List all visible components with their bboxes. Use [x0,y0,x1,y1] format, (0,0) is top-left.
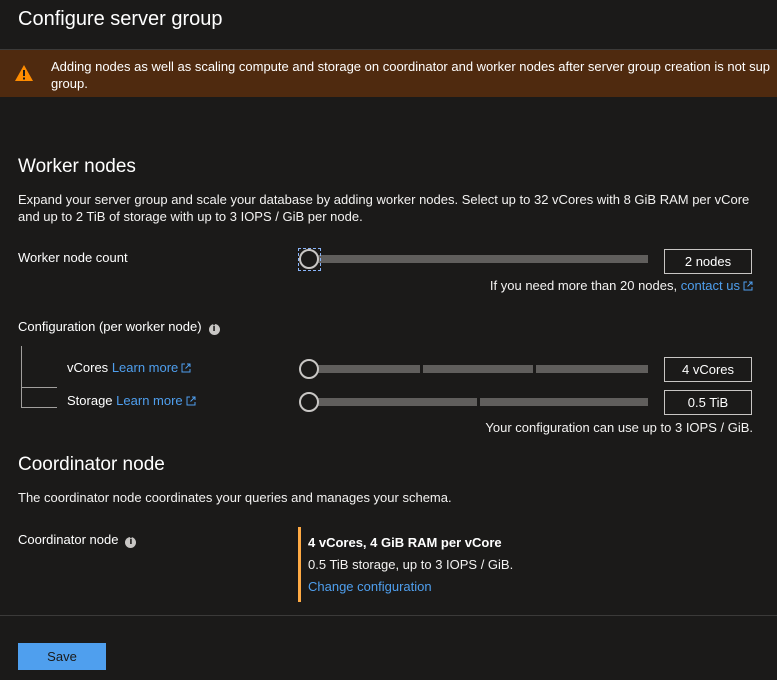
slider-thumb[interactable] [299,392,319,412]
more-nodes-note: If you need more than 20 nodes, contact … [490,277,753,294]
warning-line-2: group. [51,76,88,91]
slider-track [308,255,648,263]
tree-line-vcores [21,387,57,388]
warning-text: Adding nodes as well as scaling compute … [51,58,770,92]
external-link-icon [186,396,196,406]
change-configuration-link[interactable]: Change configuration [308,578,513,595]
worker-nodes-description: Expand your server group and scale your … [18,191,749,225]
storage-label: Storage Learn more [67,393,196,408]
contact-us-label: contact us [680,278,740,293]
worker-node-count-value[interactable]: 2 nodes [664,249,752,274]
coordinator-heading: Coordinator node [18,454,165,475]
external-link-icon [181,363,191,373]
iops-note: Your configuration can use up to 3 IOPS … [485,420,753,435]
coordinator-node-label-text: Coordinator node [18,532,119,547]
tree-line-storage [21,407,57,408]
slider-thumb[interactable] [299,359,319,379]
coordinator-description: The coordinator node coordinates your qu… [18,490,452,505]
slider-thumb[interactable] [299,249,319,269]
worker-description-line-1: Expand your server group and scale your … [18,192,750,207]
vcores-slider[interactable] [298,357,648,381]
tree-line-vertical [21,346,22,408]
page-title: Configure server group [18,8,223,30]
vcores-learn-more-label: Learn more [111,360,179,375]
save-button[interactable]: Save [18,643,106,670]
slider-segment [423,365,533,373]
warning-triangle-icon [15,65,33,81]
storage-learn-more-label: Learn more [116,393,183,408]
warning-line-1: Adding nodes as well as scaling compute … [51,59,771,74]
info-icon[interactable]: i [208,324,220,335]
configuration-label-text: Configuration (per worker node) [18,319,202,334]
coordinator-summary-title: 4 vCores, 4 GiB RAM per vCore [308,535,502,550]
slider-segment [308,365,420,373]
vcores-label: vCores Learn more [67,360,191,375]
worker-node-count-label: Worker node count [18,250,128,265]
storage-learn-more-link[interactable]: Learn more [116,393,196,408]
coordinator-summary-storage: 0.5 TiB storage, up to 3 IOPS / GiB. [308,557,514,572]
worker-description-line-2: and up to 2 TiB of storage with up to 3 … [18,209,363,224]
more-nodes-text: If you need more than 20 nodes, [489,278,678,293]
storage-slider[interactable] [298,390,648,414]
configuration-label: Configuration (per worker node) i [18,319,220,335]
slider-segment [308,398,477,406]
external-link-icon [743,281,753,291]
slider-segment [536,365,648,373]
coordinator-summary: 4 vCores, 4 GiB RAM per vCore 0.5 TiB st… [308,534,513,595]
info-icon[interactable]: i [125,537,137,548]
coordinator-node-label: Coordinator node i [18,532,137,548]
contact-us-link[interactable]: contact us [681,278,753,293]
worker-nodes-heading: Worker nodes [18,156,136,177]
storage-label-text: Storage [67,393,113,408]
vcores-learn-more-link[interactable]: Learn more [112,360,191,375]
vcores-value[interactable]: 4 vCores [664,357,752,382]
storage-value[interactable]: 0.5 TiB [664,390,752,415]
footer-divider [0,615,777,616]
vcores-label-text: vCores [67,360,109,375]
slider-segment [480,398,648,406]
coordinator-card-accent [298,527,301,602]
worker-node-count-slider[interactable] [298,245,648,273]
